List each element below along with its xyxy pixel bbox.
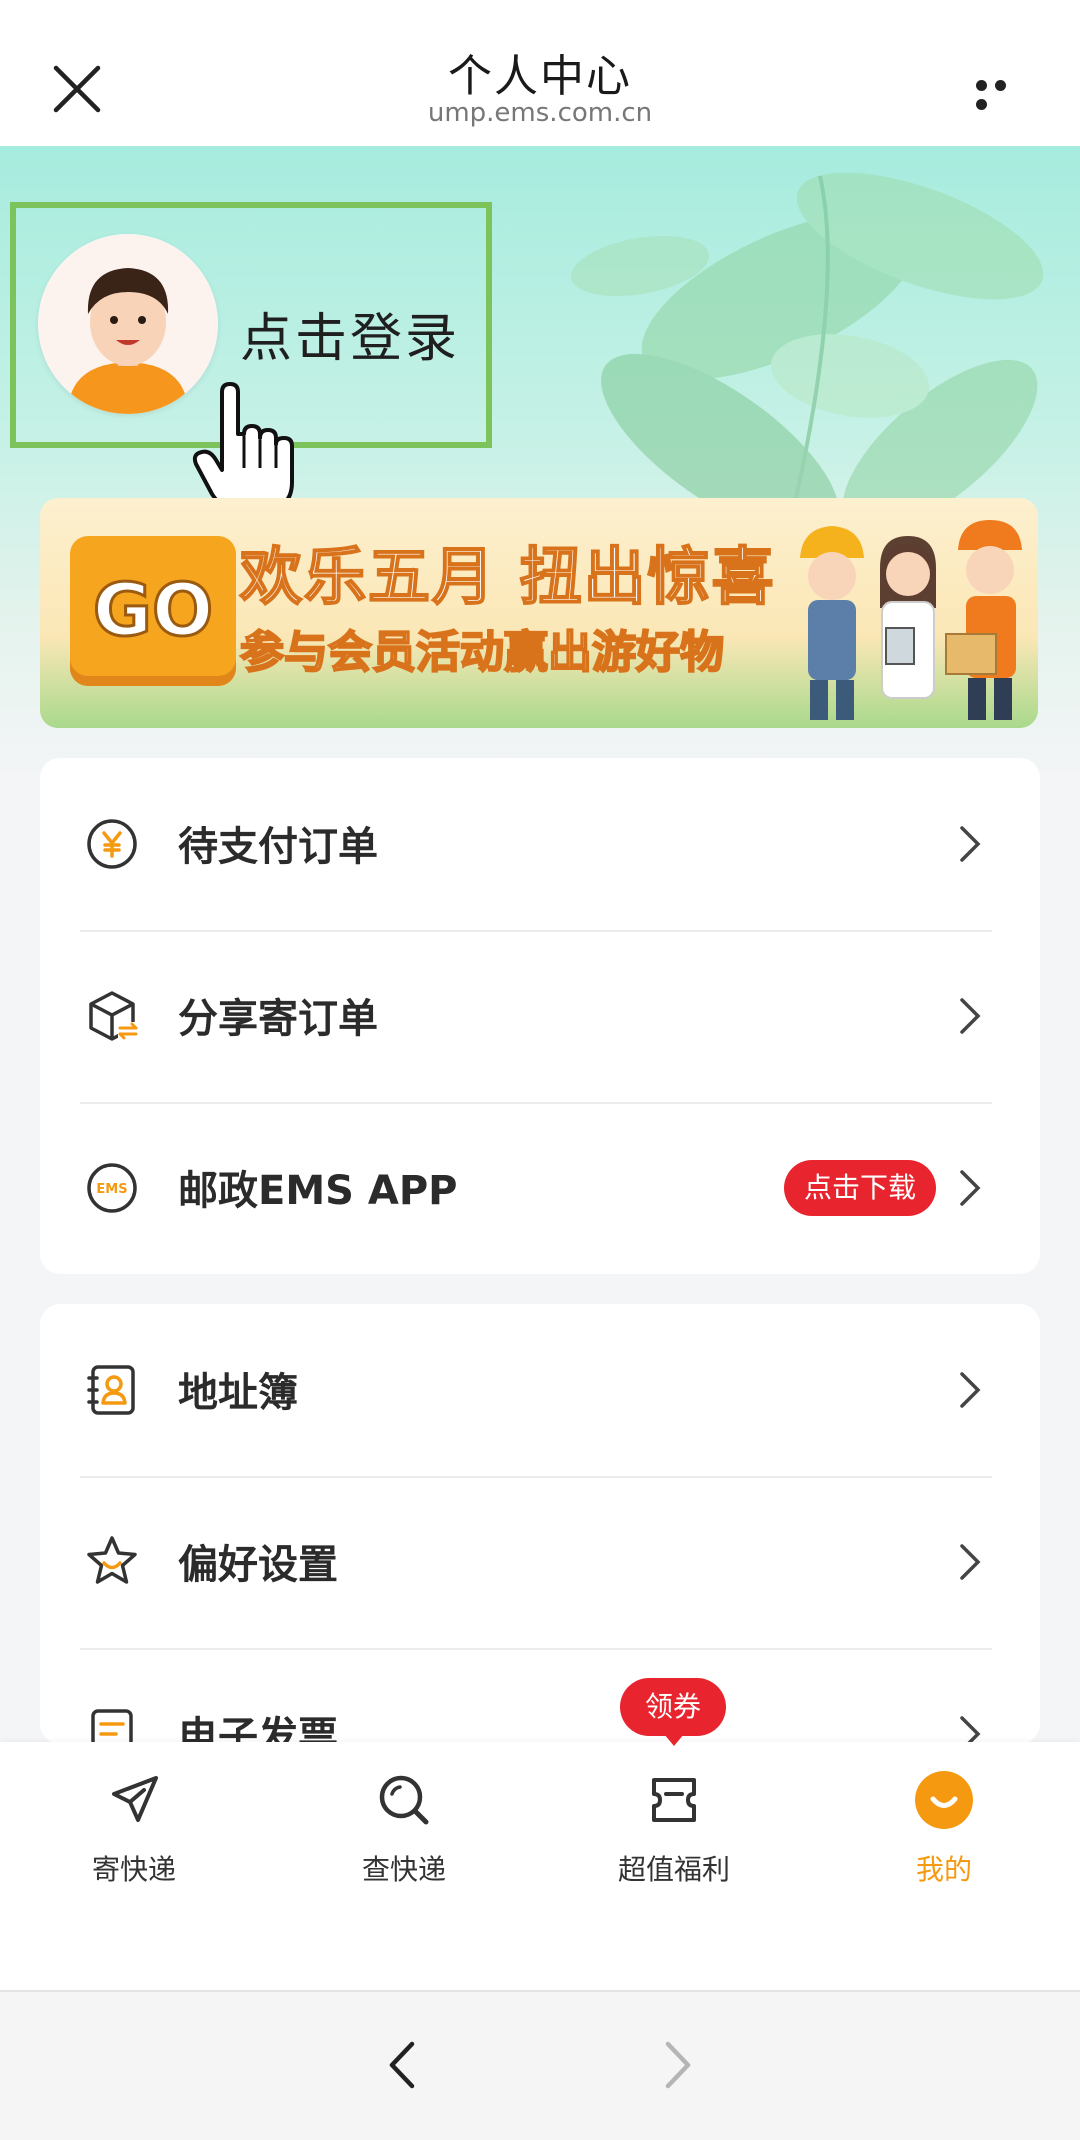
- download-badge[interactable]: 点击下载: [784, 1160, 936, 1216]
- smile-face-icon: [915, 1771, 973, 1829]
- star-smile-icon: [87, 1536, 137, 1584]
- chevron-right-icon: [960, 1544, 981, 1580]
- browser-navigation-bar: [0, 1990, 1080, 2140]
- invoice-icon: [91, 1709, 133, 1744]
- hand-pointer-icon: [192, 382, 294, 512]
- promo-banner[interactable]: GO 欢乐五月 扭出惊喜 参与会员活动赢出游好物: [40, 498, 1038, 728]
- chevron-right-icon: [960, 826, 981, 862]
- yuan-coin-icon: [87, 819, 137, 869]
- paper-plane-icon: [112, 1776, 158, 1822]
- coupon-badge[interactable]: 领券: [620, 1678, 726, 1746]
- ems-logo-icon: EMS: [87, 1163, 137, 1213]
- menu-item-ems-app[interactable]: EMS 邮政EMS APP 点击下载: [40, 1102, 1040, 1274]
- forward-arrow-icon: [665, 2041, 691, 2089]
- menu-item-e-invoice[interactable]: 电子发票: [40, 1648, 1040, 1744]
- tab-label: 查快递: [361, 1853, 446, 1886]
- chevron-right-icon: [960, 1716, 981, 1744]
- svg-text:EMS: EMS: [96, 1182, 127, 1197]
- address-book-icon: [87, 1365, 135, 1415]
- tab-send-express[interactable]: 寄快递: [34, 1742, 234, 1886]
- tab-mine[interactable]: 我的: [844, 1742, 1044, 1886]
- chevron-right-icon: [960, 998, 981, 1034]
- banner-title: 欢乐五月 扭出惊喜: [239, 539, 776, 614]
- menu-item-label: 偏好设置: [178, 1542, 338, 1588]
- tab-label: 寄快递: [91, 1853, 176, 1886]
- page-title: 个人中心: [448, 51, 632, 102]
- menu-item-label: 地址簿: [178, 1370, 298, 1416]
- tab-label: 我的: [915, 1853, 972, 1886]
- tab-label: 超值福利: [617, 1853, 730, 1886]
- menu-item-pending-payment[interactable]: 待支付订单: [40, 758, 1040, 930]
- login-button[interactable]: 点击登录: [240, 296, 460, 371]
- banner-subtitle: 参与会员活动赢出游好物: [239, 626, 725, 679]
- title-bar: 个人中心 ump.ems.com.cn: [0, 0, 1080, 146]
- menu-item-share-order[interactable]: 分享寄订单: [40, 930, 1040, 1102]
- menu-item-preferences[interactable]: 偏好设置: [40, 1476, 1040, 1648]
- menu-item-label: 电子发票: [178, 1714, 338, 1744]
- back-arrow-icon[interactable]: [386, 2040, 418, 2090]
- courier-illustration: [800, 520, 1022, 720]
- menu-item-label: 分享寄订单: [178, 996, 378, 1042]
- package-share-icon: [89, 991, 138, 1041]
- avatar[interactable]: [38, 234, 218, 414]
- menu-item-address-book[interactable]: 地址簿: [40, 1304, 1040, 1476]
- go-badge: GO: [70, 536, 236, 686]
- orders-card: 待支付订单 分享寄订单 EMS 邮政EMS APP 点击下载: [40, 758, 1040, 1274]
- chevron-right-icon: [960, 1372, 981, 1408]
- profile-header: 点击登录 GO 欢乐五月 扭出惊喜 参与会员活动赢出游好物: [0, 146, 1080, 786]
- tab-track-express[interactable]: 查快递: [304, 1742, 504, 1886]
- menu-item-label: 邮政EMS APP: [178, 1168, 458, 1214]
- settings-card: 地址簿 偏好设置 电子发票: [40, 1304, 1040, 1744]
- bottom-tab-bar: 寄快递 查快递 超值福利 我的: [0, 1742, 1080, 1990]
- page-url: ump.ems.com.cn: [427, 98, 653, 128]
- tab-welfare[interactable]: 超值福利: [574, 1742, 774, 1886]
- menu-item-label: 待支付订单: [178, 824, 378, 870]
- chevron-right-icon: [960, 1170, 981, 1206]
- more-icon[interactable]: [976, 76, 1032, 110]
- search-icon: [379, 1775, 429, 1825]
- gift-ticket-icon: [652, 1778, 696, 1822]
